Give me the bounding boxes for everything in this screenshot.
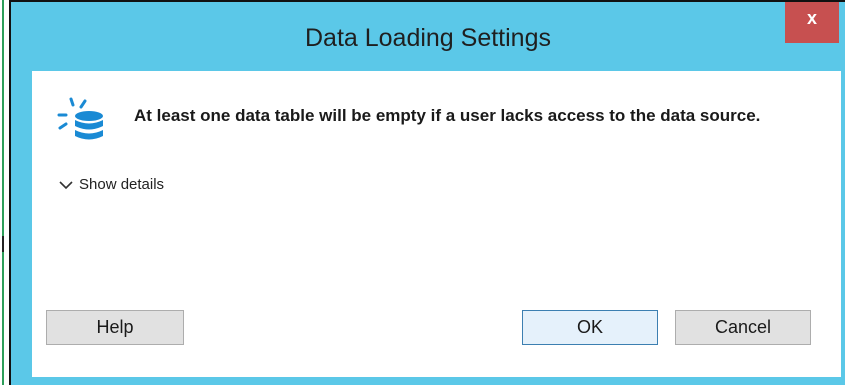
background-window-mark [2,236,4,252]
background-window-border [2,0,4,385]
help-button[interactable]: Help [46,310,184,345]
close-button[interactable]: x [785,2,839,43]
cancel-button[interactable]: Cancel [675,310,811,345]
background-window-edge [0,0,9,385]
message-text: At least one data table will be empty if… [134,106,761,125]
chevron-down-icon [59,180,73,189]
dialog-content: At least one data table will be empty if… [32,71,841,377]
dialog-title: Data Loading Settings [304,24,551,52]
close-icon: x [806,8,817,28]
show-details-toggle[interactable]: Show details [59,176,164,193]
database-icon [55,95,115,155]
ok-button[interactable]: OK [522,310,658,345]
show-details-label: Show details [79,176,165,193]
dialog-titlebar[interactable]: Data Loading Settings x [11,2,845,69]
dialog-window: Data Loading Settings x At least one dat… [9,0,845,385]
